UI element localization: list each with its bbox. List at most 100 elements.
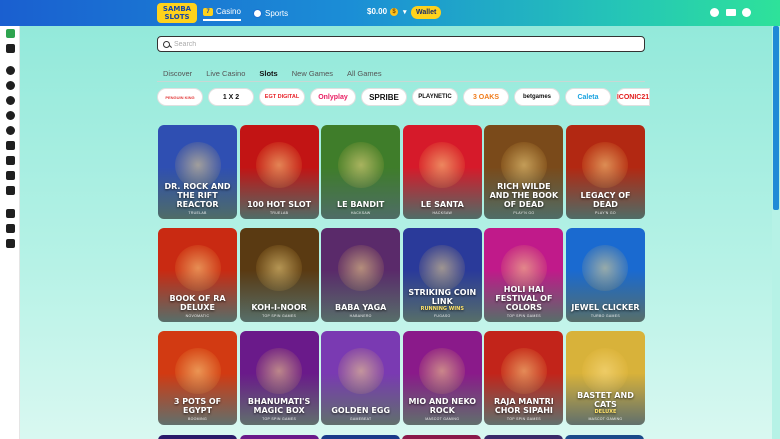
- game-provider: TOP SPIN GAMES: [506, 314, 541, 318]
- game-provider: HACKSAW: [350, 211, 371, 215]
- game-card[interactable]: STRIKING COIN LINK RUNNING WINS FUGASO: [402, 228, 482, 322]
- balance-display[interactable]: $0.00 $ ▾: [367, 7, 407, 16]
- provider-onlyplay[interactable]: Onlyplay: [310, 88, 356, 106]
- game-card-partial[interactable]: [565, 435, 644, 439]
- provider-egt-digital[interactable]: EGT DIGITAL: [259, 88, 305, 106]
- football-icon[interactable]: [6, 171, 15, 180]
- game-card[interactable]: RAJA MANTRI CHOR SIPAHI TOP SPIN GAMES: [484, 331, 564, 425]
- provider-penguin-king[interactable]: PENGUIN KING: [157, 88, 203, 106]
- provider-iconic21[interactable]: ICONIC21: [616, 88, 650, 106]
- wallet-icon[interactable]: [6, 44, 15, 53]
- nav-sports[interactable]: Sports: [253, 5, 288, 21]
- casino-icon[interactable]: [6, 29, 15, 38]
- game-card-partial[interactable]: [402, 435, 481, 439]
- search-icon: [163, 40, 170, 48]
- fire-icon[interactable]: [6, 209, 15, 218]
- game-card[interactable]: RICH WILDE AND THE BOOK OF DEAD PLAY'N GO: [484, 125, 564, 219]
- search-input[interactable]: [174, 40, 634, 48]
- car-icon[interactable]: [6, 156, 15, 165]
- game-card[interactable]: LE SANTA HACKSAW: [402, 125, 482, 219]
- game-title: RICH WILDE AND THE BOOK OF DEAD: [489, 182, 559, 209]
- building-icon[interactable]: [6, 186, 15, 195]
- user-icon[interactable]: [742, 8, 751, 17]
- scrollbar-thumb[interactable]: [773, 26, 779, 210]
- game-artwork: [500, 347, 547, 394]
- game-card[interactable]: GOLDEN EGG GAMEBEAT: [321, 331, 401, 425]
- game-provider: PLAY'N GO: [513, 211, 535, 215]
- mail-icon[interactable]: [726, 9, 736, 16]
- site-logo[interactable]: SAMBA SLOTS: [157, 3, 197, 23]
- tennis-icon[interactable]: [6, 111, 15, 120]
- scrollbar[interactable]: [772, 26, 780, 439]
- game-artwork: [174, 244, 221, 291]
- provider-3-oaks[interactable]: 3 OAKS: [463, 88, 509, 106]
- game-artwork: [174, 347, 221, 394]
- game-card[interactable]: DR. ROCK AND THE RIFT REACTOR TRUELAB: [158, 125, 237, 219]
- game-card[interactable]: BABA YAGA HABANERO: [321, 228, 401, 322]
- game-artwork: [337, 141, 384, 188]
- basketball-icon[interactable]: [6, 126, 15, 135]
- game-card[interactable]: JEWEL CLICKER TURBO GAMES: [565, 228, 645, 322]
- game-artwork: [500, 244, 547, 291]
- game-artwork: [256, 141, 303, 188]
- game-provider: HACKSAW: [432, 211, 453, 215]
- provider-spribe[interactable]: SPRIBE: [361, 88, 407, 106]
- game-provider: TOP SPIN GAMES: [262, 314, 297, 318]
- game-artwork: [500, 141, 547, 188]
- game-provider: TURBO GAMES: [590, 314, 621, 318]
- game-card-partial[interactable]: [158, 435, 237, 439]
- game-title: HOLI HAI FESTIVAL OF COLORS: [495, 285, 553, 312]
- balance-amount: $0.00: [367, 7, 388, 16]
- nav-casino-label: Casino: [216, 7, 241, 16]
- live-icon[interactable]: [6, 81, 15, 90]
- search-bar[interactable]: [157, 36, 645, 52]
- provider-caleta[interactable]: Caleta: [565, 88, 611, 106]
- game-artwork: [256, 347, 303, 394]
- game-card[interactable]: BHANUMATI'S MAGIC BOX TOP SPIN GAMES: [239, 331, 319, 425]
- game-provider: FUGASO: [433, 314, 451, 318]
- provider-1x2[interactable]: 1 X 2: [208, 88, 254, 106]
- game-card[interactable]: LEGACY OF DEAD PLAY'N GO: [565, 125, 645, 219]
- provider-betgames[interactable]: betgames: [514, 88, 560, 106]
- game-provider: TRUELAB: [188, 211, 207, 215]
- game-title: DR. ROCK AND THE RIFT REACTOR: [164, 182, 231, 209]
- nav-casino[interactable]: 7 Casino: [203, 5, 241, 21]
- game-provider: BOOMING: [187, 417, 208, 421]
- game-title: MIO AND NEKO ROCK: [408, 397, 477, 415]
- horseshoe-icon[interactable]: [6, 141, 15, 150]
- game-card[interactable]: BASTET AND CATS DELUXE MASCOT GAMING: [565, 331, 645, 425]
- game-card[interactable]: HOLI HAI FESTIVAL OF COLORS TOP SPIN GAME…: [484, 228, 564, 322]
- game-title: BABA YAGA: [335, 303, 387, 312]
- megaphone-icon[interactable]: [6, 224, 15, 233]
- game-title: GOLDEN EGG: [331, 406, 391, 415]
- game-provider: TOP SPIN GAMES: [262, 417, 297, 421]
- game-title: JEWEL CLICKER: [571, 303, 640, 312]
- provider-playnetic[interactable]: PLAYNETIC: [412, 88, 458, 106]
- game-card[interactable]: 100 HOT SLOT TRUELAB: [239, 125, 319, 219]
- game-subtitle: DELUXE: [594, 409, 617, 415]
- wallet-button[interactable]: Wallet: [411, 6, 442, 19]
- game-title: RAJA MANTRI CHOR SIPAHI: [494, 397, 554, 415]
- play-icon[interactable]: [6, 96, 15, 105]
- game-card[interactable]: BOOK OF RA DELUXE NOVOMATIC: [158, 228, 237, 322]
- game-card-partial[interactable]: [484, 435, 563, 439]
- game-title: 3 POTS OF EGYPT: [173, 397, 222, 415]
- game-title: BASTET AND CATS: [577, 391, 634, 409]
- sidebar: [0, 26, 20, 439]
- game-card[interactable]: MIO AND NEKO ROCK MASCOT GAMING: [402, 331, 482, 425]
- promotions-icon[interactable]: [710, 8, 719, 17]
- game-card-partial[interactable]: [321, 435, 400, 439]
- game-provider: TOP SPIN GAMES: [506, 417, 541, 421]
- game-card[interactable]: 3 POTS OF EGYPT BOOMING: [158, 331, 237, 425]
- star-icon[interactable]: [6, 66, 15, 75]
- casino-icon: 7: [203, 7, 213, 16]
- game-card[interactable]: KOH-I-NOOR TOP SPIN GAMES: [239, 228, 319, 322]
- nav-sports-label: Sports: [265, 8, 289, 18]
- handshake-icon[interactable]: [6, 239, 15, 248]
- game-provider: MASCOT GAMING: [425, 417, 460, 421]
- game-card[interactable]: LE BANDIT HACKSAW: [321, 125, 401, 219]
- provider-strip: PENGUIN KING 1 X 2 EGT DIGITAL Onlyplay …: [157, 88, 650, 106]
- chevron-down-icon[interactable]: ▾: [403, 8, 407, 16]
- game-artwork: [582, 141, 629, 188]
- game-card-partial[interactable]: [240, 435, 319, 439]
